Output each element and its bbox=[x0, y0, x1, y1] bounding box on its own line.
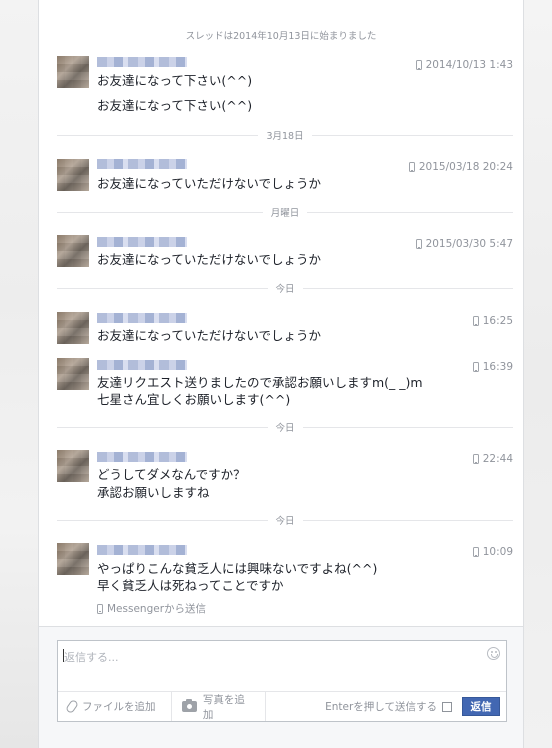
avatar[interactable] bbox=[57, 358, 89, 390]
send-button[interactable]: 返信 bbox=[462, 697, 500, 716]
composer-toolbar: ファイルを追加 写真を追加 Enterを押して送信する 返信 bbox=[58, 691, 506, 721]
avatar[interactable] bbox=[57, 235, 89, 267]
reply-input[interactable]: 返信する... bbox=[64, 649, 119, 665]
add-file-button[interactable]: ファイルを追加 bbox=[58, 692, 172, 721]
message-text: 七星さん宜しくお願いします(^^) bbox=[97, 392, 291, 407]
sender-name-blurred[interactable] bbox=[97, 57, 187, 67]
date-divider: 今日 bbox=[57, 282, 514, 295]
message-timestamp: 2015/03/18 20:24 bbox=[408, 161, 513, 173]
phone-icon bbox=[97, 603, 103, 614]
message-timestamp: 2014/10/13 1:43 bbox=[415, 59, 513, 71]
avatar[interactable] bbox=[57, 450, 89, 482]
message-timestamp: 16:39 bbox=[472, 361, 513, 373]
message-text: お友達になっていただけないでしょうか bbox=[97, 252, 322, 267]
phone-icon bbox=[472, 316, 479, 326]
date-divider: 3月18日 bbox=[57, 129, 514, 142]
message-text: お友達になって下さい(^^) bbox=[97, 98, 253, 113]
message-text: お友達になっていただけないでしょうか bbox=[97, 176, 322, 191]
date-divider: 月曜日 bbox=[57, 206, 514, 219]
sender-name-blurred[interactable] bbox=[97, 237, 187, 247]
sender-name-blurred[interactable] bbox=[97, 452, 187, 462]
camera-icon bbox=[182, 699, 197, 712]
message-text: 友達リクエスト送りましたので承認お願いしますm(_ _)m bbox=[97, 375, 423, 390]
phone-icon bbox=[415, 60, 422, 70]
sender-name-blurred[interactable] bbox=[97, 545, 187, 555]
sender-name-blurred[interactable] bbox=[97, 313, 187, 323]
enter-to-send-option[interactable]: Enterを押して送信する bbox=[325, 699, 452, 714]
sent-via-messenger: Messengerから送信 bbox=[97, 601, 206, 616]
avatar[interactable] bbox=[57, 159, 89, 191]
sender-name-blurred[interactable] bbox=[97, 159, 187, 169]
paperclip-icon bbox=[64, 698, 80, 715]
avatar[interactable] bbox=[57, 56, 89, 88]
message-timestamp: 2015/03/30 5:47 bbox=[415, 238, 513, 250]
message-text: 早く貧乏人は死ねってことですか bbox=[97, 578, 284, 593]
sender-name-blurred[interactable] bbox=[97, 360, 187, 370]
message-text: どうしてダメなんですか？ bbox=[97, 467, 246, 482]
avatar[interactable] bbox=[57, 312, 89, 344]
phone-icon bbox=[415, 239, 422, 249]
message-timestamp: 22:44 bbox=[472, 453, 513, 465]
message-timestamp: 10:09 bbox=[472, 546, 513, 558]
thread-start-notice: スレッドは2014年10月13日に始まりました bbox=[185, 31, 377, 42]
phone-icon bbox=[408, 162, 415, 172]
avatar[interactable] bbox=[57, 543, 89, 575]
message-text: やっぱりこんな貧乏人には興味ないですよね(^^) bbox=[97, 561, 378, 576]
date-divider: 今日 bbox=[57, 514, 514, 527]
message-text: 承認お願いしますね bbox=[97, 485, 210, 500]
page-background-right bbox=[524, 0, 552, 748]
message-thread-panel: スレッドは2014年10月13日に始まりました 2014/10/13 1:43 … bbox=[38, 0, 524, 748]
page-background-left bbox=[0, 0, 38, 748]
add-photo-button[interactable]: 写真を追加 bbox=[172, 692, 266, 721]
emoji-icon[interactable] bbox=[487, 647, 500, 660]
message-timestamp: 16:25 bbox=[472, 315, 513, 327]
phone-icon bbox=[472, 547, 479, 557]
date-divider: 今日 bbox=[57, 421, 514, 434]
phone-icon bbox=[472, 454, 479, 464]
message-text: お友達になっていただけないでしょうか bbox=[97, 328, 322, 343]
phone-icon bbox=[472, 362, 479, 372]
enter-to-send-checkbox[interactable] bbox=[442, 701, 452, 712]
message-text: お友達になって下さい(^^) bbox=[97, 73, 253, 88]
reply-composer: 返信する... ファイルを追加 写真を追加 Enterを押して送信する 返信 bbox=[57, 640, 507, 722]
